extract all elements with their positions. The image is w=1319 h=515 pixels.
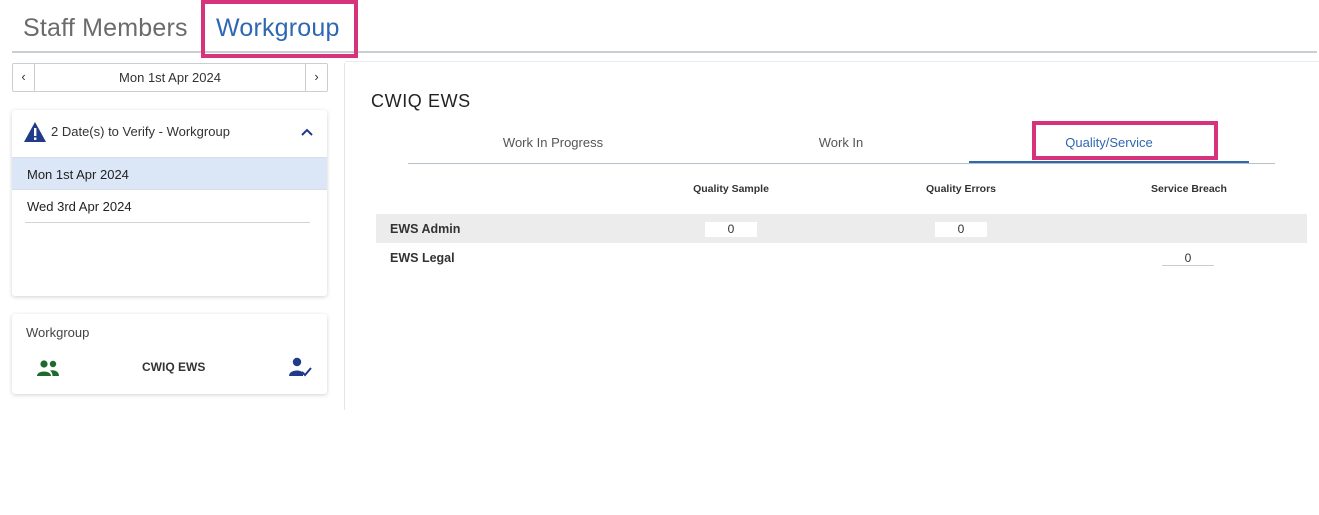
quality-errors-input[interactable]: 0 [935, 222, 987, 237]
tab-work-in-progress[interactable]: Work In Progress [408, 125, 698, 163]
next-date-button[interactable]: › [305, 64, 327, 91]
workgroup-name: CWIQ EWS [142, 360, 206, 374]
previous-date-button[interactable]: ‹ [13, 64, 35, 91]
person-check-icon[interactable] [288, 356, 312, 378]
row-label: EWS Admin [390, 222, 461, 236]
service-breach-input[interactable]: 0 [1162, 251, 1214, 266]
inner-tab-bar: Work In Progress Work In Quality/Service [408, 125, 1275, 164]
verify-card-title: 2 Date(s) to Verify - Workgroup [51, 124, 230, 139]
warning-icon [24, 122, 46, 142]
quality-sample-input[interactable]: 0 [705, 222, 757, 237]
table-row: EWS Admin 0 0 [376, 214, 1307, 243]
tab-workgroup[interactable]: Workgroup [216, 14, 340, 43]
divider [25, 222, 310, 223]
date-navigator: ‹ Mon 1st Apr 2024 › [12, 63, 328, 92]
current-date-label: Mon 1st Apr 2024 [119, 70, 221, 85]
column-header-service-breach: Service Breach [1151, 183, 1227, 195]
tab-work-in[interactable]: Work In [698, 125, 984, 163]
tab-staff-members[interactable]: Staff Members [23, 14, 188, 43]
verify-card-header[interactable]: 2 Date(s) to Verify - Workgroup [12, 110, 327, 157]
column-header-quality-errors: Quality Errors [925, 183, 997, 195]
people-icon [37, 360, 59, 376]
row-label: EWS Legal [390, 251, 455, 265]
verify-date-item[interactable]: Mon 1st Apr 2024 [12, 157, 327, 190]
workgroup-card-title: Workgroup [26, 325, 90, 340]
main-top-divider [345, 61, 1319, 62]
workgroup-card: Workgroup CWIQ EWS [12, 314, 327, 394]
table-row: EWS Legal 0 [376, 243, 1307, 272]
verify-date-item[interactable]: Wed 3rd Apr 2024 [12, 190, 327, 223]
chevron-up-icon[interactable] [299, 124, 315, 140]
page-title: CWIQ EWS [371, 91, 471, 111]
dates-to-verify-card: 2 Date(s) to Verify - Workgroup Mon 1st … [12, 110, 327, 296]
column-header-quality-sample: Quality Sample [693, 183, 769, 195]
top-tab-bar: Staff Members Workgroup [12, 0, 1317, 53]
column-divider [344, 63, 345, 410]
tab-quality-service[interactable]: Quality/Service [969, 125, 1249, 163]
